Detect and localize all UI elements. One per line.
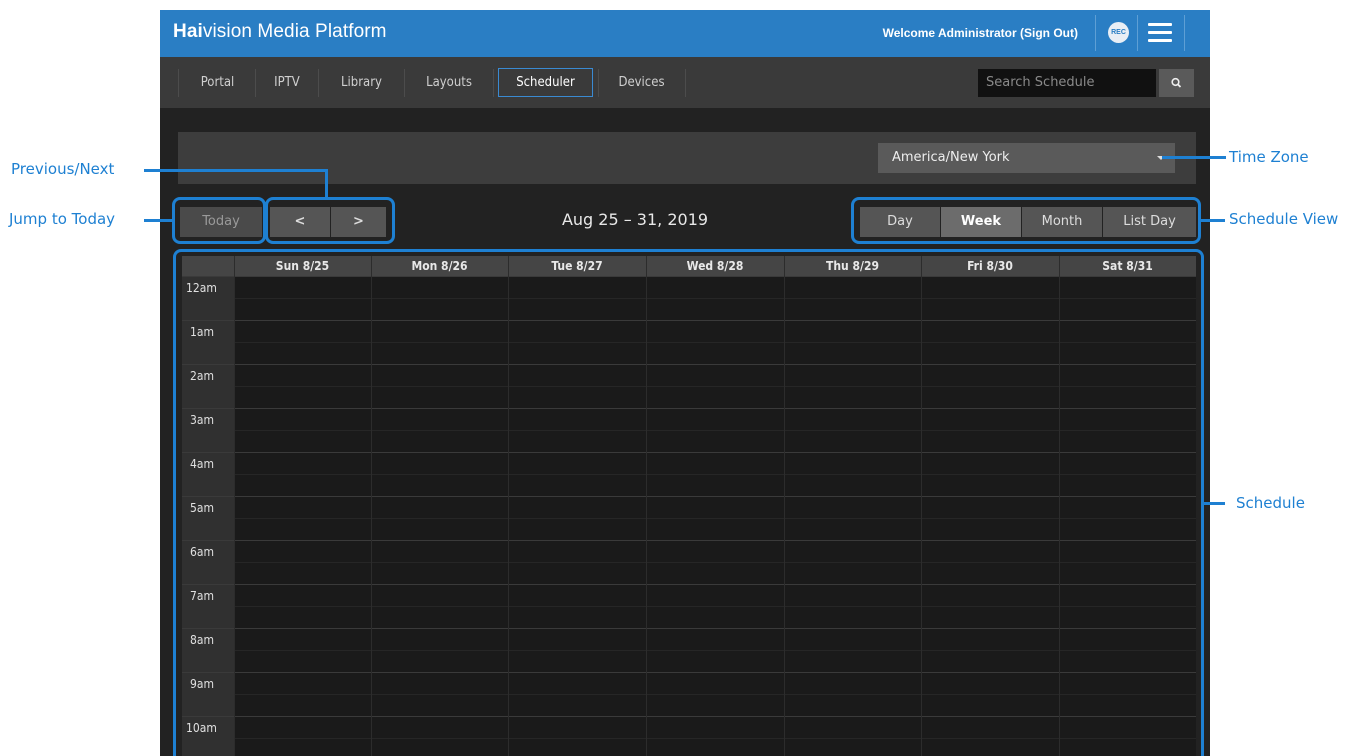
- date-range-title: Aug 25 – 31, 2019: [561, 210, 709, 229]
- annotation-schedule-view: Schedule View: [1229, 210, 1339, 228]
- nav-item-scheduler[interactable]: Scheduler: [498, 68, 593, 97]
- timezone-bar: America/New York: [178, 132, 1196, 184]
- annotation-highlight-today: [172, 197, 266, 244]
- nav-item-portal[interactable]: Portal: [180, 68, 255, 97]
- annotation-previous-next: Previous/Next: [11, 160, 115, 178]
- search-button[interactable]: [1159, 69, 1194, 97]
- welcome-signout[interactable]: Welcome Administrator (Sign Out): [883, 26, 1078, 40]
- annotation-time-zone: Time Zone: [1229, 148, 1309, 166]
- brand-logo[interactable]: Haivision Media Platform: [173, 21, 387, 43]
- rec-icon[interactable]: REC: [1108, 22, 1129, 43]
- annotation-schedule: Schedule: [1236, 494, 1305, 512]
- annotation-line: [1201, 219, 1225, 222]
- annotation-line: [1208, 156, 1226, 159]
- annotation-jump-to-today: Jump to Today: [9, 210, 116, 228]
- nav-item-library[interactable]: Library: [319, 68, 404, 97]
- nav-bar: Portal IPTV Library Layouts Scheduler De…: [160, 57, 1210, 108]
- nav-item-iptv[interactable]: IPTV: [256, 68, 318, 97]
- annotation-line: [144, 169, 328, 172]
- timezone-value: America/New York: [892, 150, 1010, 165]
- nav-divider: [493, 69, 494, 97]
- nav-divider: [685, 69, 686, 97]
- annotation-line: [325, 169, 328, 197]
- search-input[interactable]: Search Schedule: [978, 69, 1156, 97]
- top-bar: Haivision Media Platform Welcome Adminis…: [160, 10, 1210, 57]
- annotation-line: [1204, 502, 1225, 505]
- annotation-line: [144, 219, 172, 222]
- annotation-highlight-schedule: [173, 249, 1204, 756]
- nav-divider: [178, 69, 179, 97]
- search-icon: [1171, 77, 1182, 88]
- annotation-line: [1162, 156, 1208, 159]
- hamburger-menu-icon[interactable]: [1148, 23, 1172, 43]
- nav-item-layouts[interactable]: Layouts: [405, 68, 493, 97]
- nav-item-devices[interactable]: Devices: [599, 68, 684, 97]
- divider: [1095, 15, 1096, 51]
- annotation-highlight-prev-next: [265, 197, 395, 244]
- brand-bold: Hai: [173, 21, 203, 42]
- divider: [1137, 15, 1138, 51]
- brand-text: vision Media Platform: [202, 21, 387, 42]
- divider: [1184, 15, 1185, 51]
- annotation-highlight-view: [851, 197, 1201, 244]
- timezone-select[interactable]: America/New York: [878, 143, 1175, 173]
